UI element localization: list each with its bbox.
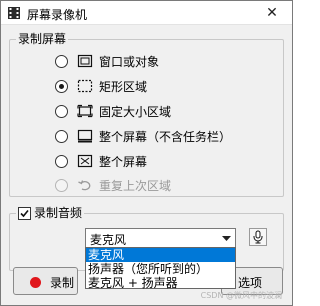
microphone-settings-button[interactable]: [249, 228, 267, 246]
record-button[interactable]: 录制: [13, 267, 78, 295]
radio-button[interactable]: [55, 104, 68, 118]
option-repeat-last-region: 重复上次区域: [55, 176, 171, 194]
audio-source-value: 麦克风: [90, 233, 127, 247]
microphone-icon: [253, 230, 263, 244]
option-label: 整个屏幕（不含任务栏）: [99, 129, 232, 144]
chevron-down-icon[interactable]: [222, 236, 231, 241]
repeat-region-icon: [78, 180, 91, 191]
audio-source-dropdown-list[interactable]: 麦克风 扬声器（您所听到的） 麦克风 + 扬声器: [85, 247, 236, 290]
options-button-label: 选项: [238, 276, 263, 290]
radio-button[interactable]: [55, 54, 68, 68]
radio-button[interactable]: [55, 129, 68, 143]
screen-without-taskbar-icon: [77, 129, 93, 143]
audio-group-legend[interactable]: 录制音频: [16, 206, 85, 221]
option-label: 重复上次区域: [99, 178, 172, 193]
radio-button-disabled: [55, 178, 68, 192]
option-screen-without-taskbar[interactable]: 整个屏幕（不含任务栏）: [55, 127, 231, 145]
close-button[interactable]: ✕: [259, 4, 285, 22]
option-rectangle-region[interactable]: 矩形区域: [55, 77, 147, 95]
option-label: 窗口或对象: [99, 54, 160, 69]
record-button-label: 录制: [50, 276, 75, 290]
option-full-screen[interactable]: 整个屏幕: [55, 152, 147, 170]
audio-source-select[interactable]: 麦克风: [85, 228, 236, 249]
option-window-or-object[interactable]: 窗口或对象: [55, 52, 159, 70]
dropdown-option-speaker[interactable]: 扬声器（您所听到的）: [86, 262, 235, 276]
option-label: 矩形区域: [99, 79, 148, 94]
record-audio-label: 录制音频: [34, 206, 83, 220]
film-strip-icon: [8, 7, 20, 19]
full-screen-icon: [77, 154, 93, 168]
dropdown-option-microphone[interactable]: 麦克风: [86, 248, 235, 262]
fixed-size-region-icon: [77, 104, 93, 118]
radio-button[interactable]: [55, 154, 68, 168]
capture-group-label: 录制屏幕: [16, 32, 69, 47]
watermark: CSDN @微风中的波澜: [200, 291, 282, 300]
record-audio-checkbox[interactable]: [18, 207, 31, 220]
rectangle-region-icon: [77, 79, 93, 93]
dropdown-option-microphone-and-speaker[interactable]: 麦克风 + 扬声器: [86, 276, 235, 290]
checkmark-icon: [20, 209, 29, 218]
option-fixed-size-region[interactable]: 固定大小区域: [55, 102, 171, 120]
window-title: 屏幕录像机: [27, 8, 88, 22]
screen-recorder-window: 屏幕录像机 ✕ 录制屏幕 窗口或对象 矩形区域 固定大小区域 整个屏幕（不含任务…: [0, 0, 293, 306]
option-label: 整个屏幕: [99, 154, 148, 169]
window-select-icon: [77, 54, 93, 68]
title-bar[interactable]: 屏幕录像机 ✕: [1, 1, 292, 25]
record-dot-icon: [30, 277, 41, 288]
radio-button-selected[interactable]: [55, 79, 68, 93]
option-label: 固定大小区域: [99, 104, 172, 119]
